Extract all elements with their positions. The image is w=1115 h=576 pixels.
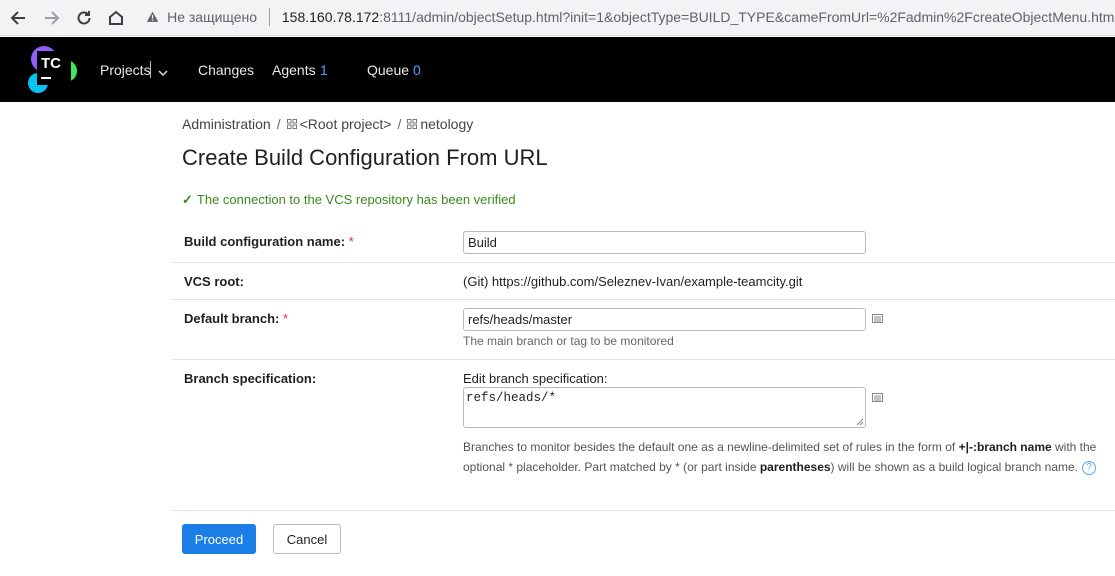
default-branch-label: Default branch: * — [184, 311, 288, 326]
teamcity-logo[interactable]: TC — [28, 45, 78, 95]
reload-icon[interactable] — [72, 6, 96, 30]
branch-spec-value: refs/heads/* — [466, 391, 557, 405]
address-separator — [269, 8, 270, 26]
row-divider — [172, 299, 1115, 300]
parameters-list-icon[interactable] — [872, 314, 883, 323]
default-branch-label-text: Default branch: — [184, 311, 280, 326]
check-icon: ✓ — [182, 192, 193, 207]
help-bold-2: parentheses — [759, 460, 831, 474]
help-bold-1: +|-:branch name — [958, 440, 1052, 454]
logo-text: TC — [41, 55, 61, 72]
breadcrumb-root-project[interactable]: <Root project> — [300, 116, 392, 132]
browser-toolbar: Не защищено 158.160.78.172:8111/admin/ob… — [0, 0, 1115, 36]
breadcrumb: Administration / <Root project> / netolo… — [182, 116, 473, 132]
project-icon — [286, 119, 297, 129]
vcs-root-value: (Git) https://github.com/Seleznev-Ivan/e… — [463, 274, 803, 289]
app-header: TC Projects Changes Agents 1 Queue 0 — [0, 37, 1115, 102]
page-title: Create Build Configuration From URL — [182, 145, 548, 170]
address-bar[interactable]: Не защищено 158.160.78.172:8111/admin/ob… — [140, 2, 1115, 32]
build-name-label-text: Build configuration name: — [184, 234, 346, 249]
queue-count[interactable]: 0 — [413, 62, 421, 78]
help-text-1: Branches to monitor besides the default … — [463, 440, 959, 454]
forward-icon[interactable] — [40, 6, 64, 30]
nav-agents[interactable]: Agents — [272, 62, 316, 78]
cancel-button[interactable]: Cancel — [273, 524, 341, 554]
verified-text: The connection to the VCS repository has… — [196, 192, 516, 207]
required-marker: * — [282, 311, 289, 326]
projects-divider — [150, 61, 151, 78]
form-divider — [172, 510, 1115, 511]
build-name-input[interactable] — [463, 231, 866, 254]
default-branch-input[interactable] — [463, 308, 866, 331]
back-icon[interactable] — [6, 6, 30, 30]
required-marker: * — [348, 234, 354, 249]
url-path: :8111/admin/objectSetup.html?init=1&obje… — [379, 9, 1115, 25]
breadcrumb-administration[interactable]: Administration — [182, 116, 271, 132]
branch-spec-label: Branch specification: — [184, 371, 317, 386]
help-text-3: ) will be shown as a build logical branc… — [830, 460, 1079, 474]
build-name-label: Build configuration name: * — [184, 234, 354, 249]
breadcrumb-separator: / — [397, 116, 402, 132]
help-icon[interactable]: ? — [1082, 460, 1097, 475]
branch-spec-textarea[interactable]: refs/heads/* — [463, 387, 866, 428]
nav-queue[interactable]: Queue — [367, 62, 409, 78]
agents-count[interactable]: 1 — [320, 62, 328, 78]
breadcrumb-separator: / — [276, 116, 281, 132]
home-icon[interactable] — [104, 6, 128, 30]
vcs-verified-message: ✓ The connection to the VCS repository ha… — [182, 192, 516, 208]
default-branch-note: The main branch or tag to be monitored — [463, 334, 674, 348]
nav-projects[interactable]: Projects — [100, 62, 151, 78]
branch-spec-help: Branches to monitor besides the default … — [463, 437, 1103, 477]
security-label: Не защищено — [167, 9, 258, 25]
vcs-root-label: VCS root: — [184, 274, 244, 289]
url-host: 158.160.78.172 — [281, 9, 380, 25]
parameters-list-icon[interactable] — [872, 393, 883, 402]
chevron-down-icon[interactable] — [158, 64, 168, 80]
breadcrumb-netology[interactable]: netology — [420, 116, 473, 132]
row-divider — [172, 359, 1115, 360]
project-icon — [407, 119, 418, 129]
nav-changes[interactable]: Changes — [198, 62, 254, 78]
warning-icon[interactable] — [146, 9, 159, 25]
row-divider — [172, 262, 1115, 263]
proceed-button[interactable]: Proceed — [182, 524, 256, 554]
branch-spec-edit-label: Edit branch specification: — [463, 371, 608, 386]
resize-handle-icon[interactable] — [856, 418, 864, 426]
